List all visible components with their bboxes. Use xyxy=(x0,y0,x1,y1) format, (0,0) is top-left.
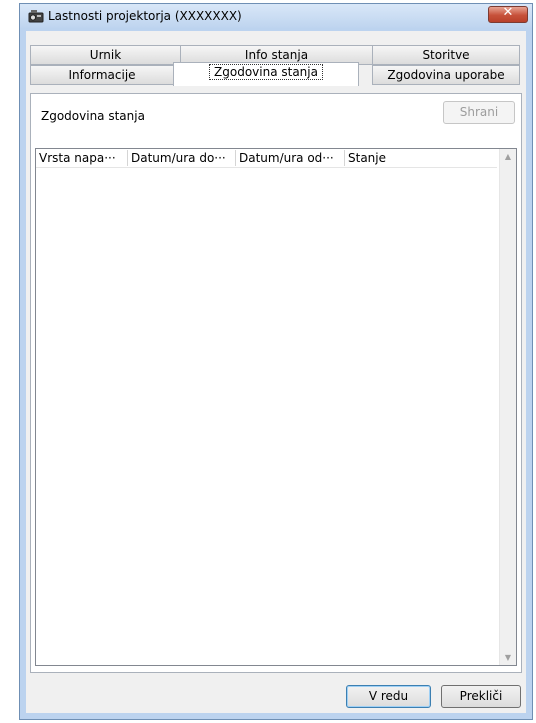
close-button[interactable]: ✕ xyxy=(488,5,528,23)
tab-urnik[interactable]: Urnik xyxy=(30,45,181,65)
column-header[interactable]: Datum/ura od··· xyxy=(236,149,344,167)
section-label: Zgodovina stanja xyxy=(41,109,145,123)
scroll-up-icon[interactable]: ▲ xyxy=(500,152,516,161)
column-header[interactable]: Vrsta napa··· xyxy=(36,149,127,167)
save-button[interactable]: Shrani xyxy=(443,101,515,124)
tab-panel-zgodovina-stanja: Zgodovina stanja Shrani Vrsta napa··· Da… xyxy=(30,93,522,673)
dialog-client-area: Urnik Info stanja Storitve Informacije Z… xyxy=(26,31,526,713)
window-title: Lastnosti projektorja (XXXXXXX) xyxy=(48,9,242,23)
column-header[interactable]: Stanje xyxy=(345,149,495,167)
properties-window: Lastnosti projektorja (XXXXXXX) ✕ Urnik … xyxy=(19,3,533,720)
vertical-scrollbar[interactable]: ▲ ▼ xyxy=(499,149,516,665)
cancel-button[interactable]: Prekliči xyxy=(441,685,521,708)
scroll-down-icon[interactable]: ▼ xyxy=(500,653,516,662)
tab-zgodovina-stanja[interactable]: Zgodovina stanja xyxy=(173,62,359,86)
header-divider xyxy=(36,167,497,168)
tab-informacije[interactable]: Informacije xyxy=(30,65,174,85)
ok-button[interactable]: V redu xyxy=(346,685,431,708)
tab-storitve[interactable]: Storitve xyxy=(372,45,520,65)
tab-label: Zgodovina stanja xyxy=(209,64,323,80)
tab-zgodovina-uporabe[interactable]: Zgodovina uporabe xyxy=(372,65,520,85)
column-header[interactable]: Datum/ura do··· xyxy=(128,149,235,167)
status-history-list[interactable]: Vrsta napa··· Datum/ura do··· Datum/ura … xyxy=(35,148,517,666)
close-icon: ✕ xyxy=(502,5,514,20)
title-bar[interactable]: Lastnosti projektorja (XXXXXXX) ✕ xyxy=(20,4,532,28)
projector-icon xyxy=(28,10,44,23)
